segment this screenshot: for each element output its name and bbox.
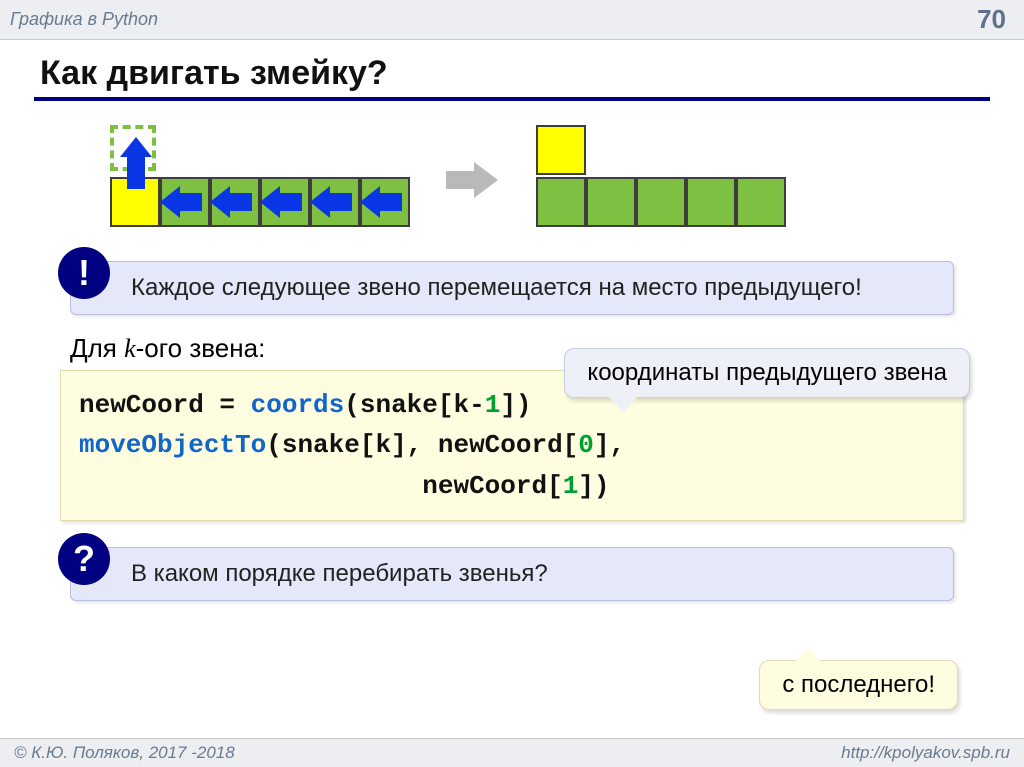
chapter-title: Графика в Python [10, 9, 158, 30]
move-arrow-left [176, 193, 202, 211]
snake-diagrams [110, 125, 1024, 235]
footer-url: http://kpolyakov.spb.ru [841, 743, 1010, 763]
exclamation-badge: ! [58, 247, 110, 299]
transition-arrow-icon [474, 162, 498, 198]
coords-callout: координаты предыдущего звена [564, 348, 970, 398]
footer-bar: © К.Ю. Поляков, 2017 -2018 http://kpolya… [0, 738, 1024, 767]
subtitle-pre: Для [70, 333, 124, 363]
snake-before [110, 125, 410, 235]
question-note-text: В каком порядке перебирать звенья? [70, 547, 954, 601]
title-underline [34, 97, 990, 101]
move-arrow-left [226, 193, 252, 211]
move-arrow-left [376, 193, 402, 211]
copyright: © К.Ю. Поляков, 2017 -2018 [14, 743, 235, 763]
move-arrow-left [326, 193, 352, 211]
question-badge: ? [58, 533, 110, 585]
body-cell [586, 177, 636, 227]
move-arrow-up [127, 155, 145, 189]
coords-callout-text: координаты предыдущего звена [587, 359, 947, 386]
question-note: ? В каком порядке перебирать звенья? [70, 547, 954, 601]
body-cell [536, 177, 586, 227]
page-number: 70 [977, 4, 1006, 35]
snake-after [536, 125, 796, 235]
subtitle-k: k [124, 334, 136, 363]
answer-callout: с последнего! [759, 660, 958, 710]
answer-callout-text: с последнего! [782, 671, 935, 698]
subtitle-post: -ого звена: [136, 333, 266, 363]
header-bar: Графика в Python 70 [0, 0, 1024, 40]
tail-cell [736, 177, 786, 227]
body-cell [686, 177, 736, 227]
move-arrow-left [276, 193, 302, 211]
info-note: ! Каждое следующее звено перемещается на… [70, 261, 954, 315]
head-cell [536, 125, 586, 175]
body-cell [636, 177, 686, 227]
info-note-text: Каждое следующее звено перемещается на м… [70, 261, 954, 315]
slide-title: Как двигать змейку? [40, 54, 984, 93]
